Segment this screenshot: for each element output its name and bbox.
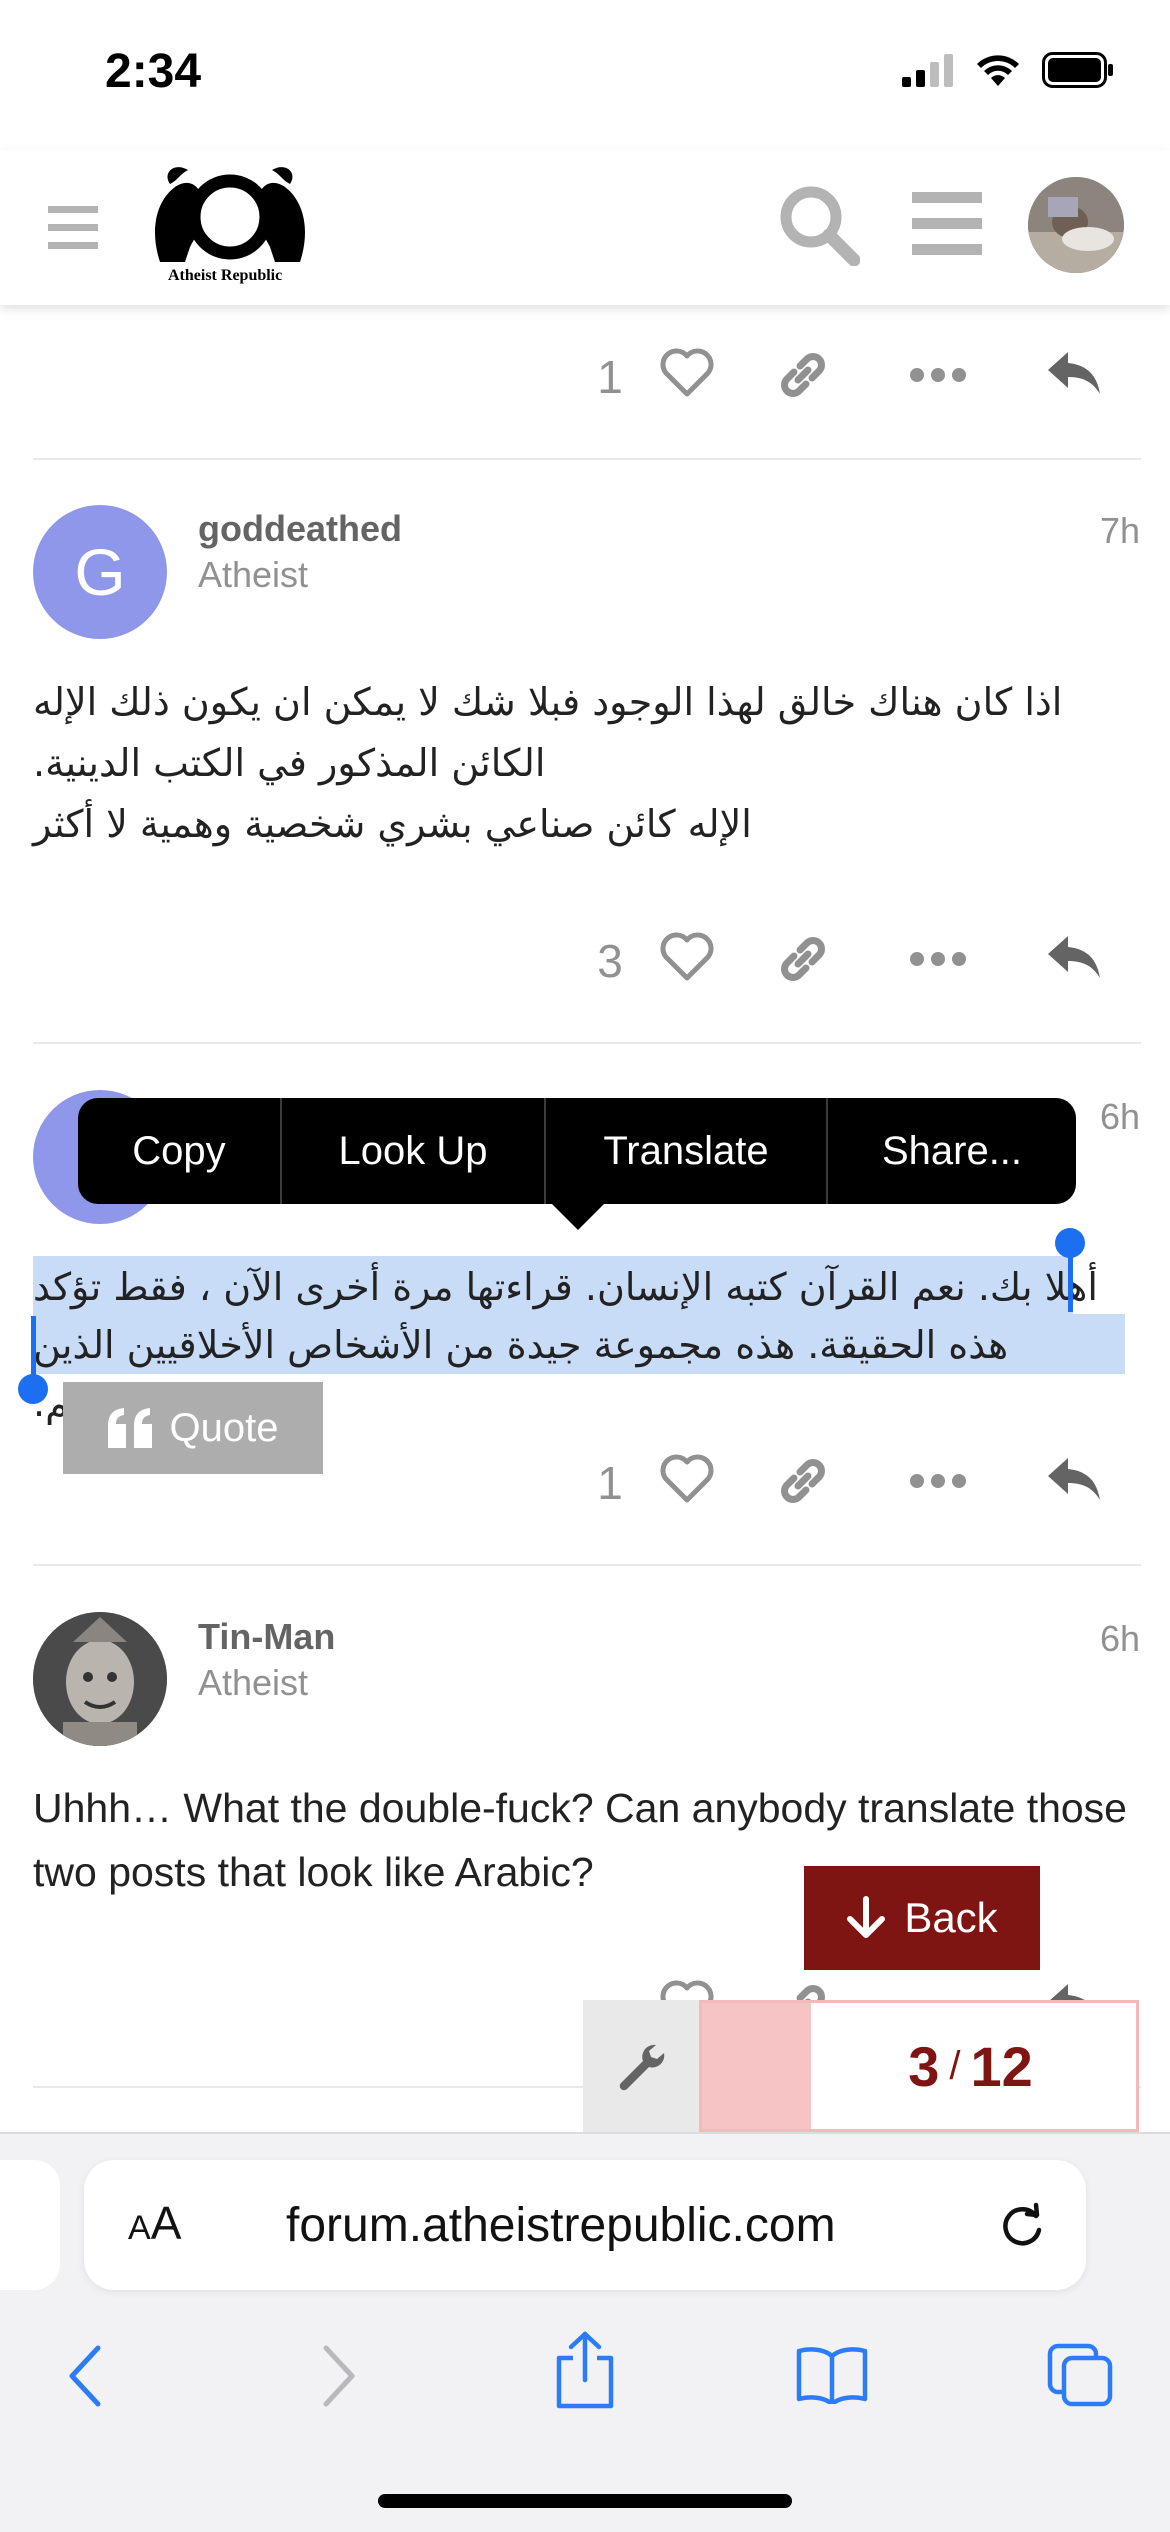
progress-separator: / [949,2043,961,2088]
translate-menu-item[interactable]: Translate [546,1098,828,1204]
post-username[interactable]: Tin-Man [198,1616,335,1658]
heart-icon[interactable] [660,1454,714,1509]
post-4-actions [0,1970,1170,2000]
avatar[interactable] [33,1612,167,1746]
wrench-icon [619,2044,665,2091]
like-count[interactable]: 3 [590,934,630,988]
callout-arrow [550,1202,606,1230]
quote-button[interactable]: Quote [63,1382,323,1474]
like-count[interactable]: 1 [590,350,630,404]
post-divider [33,1564,1141,1566]
user-avatar[interactable] [1028,177,1124,273]
post-user-title: Atheist [198,554,309,595]
quote-button-label: Quote [169,1405,279,1450]
post-time[interactable]: 6h [1100,1096,1140,1138]
status-bar: 2:34 [0,0,1170,150]
selection-handle-start[interactable] [18,1374,48,1404]
selection-handle-start-line[interactable] [31,1316,36,1376]
reply-icon[interactable] [1046,348,1102,403]
selection-handle-end-line[interactable] [1068,1250,1073,1312]
post-time[interactable]: 6h [1100,1618,1140,1660]
search-icon[interactable] [778,184,861,271]
arrow-down-icon [847,1896,886,1938]
post-body-line: أهلا بك. نعم القرآن كتبه الإنسان. قراءته… [33,1265,1098,1309]
link-icon[interactable] [776,348,830,407]
url-text[interactable]: forum.atheistrepublic.com [286,2198,836,2253]
bookmarks-icon[interactable] [796,2344,868,2409]
menu-icon[interactable] [912,192,982,261]
reply-icon[interactable] [1046,1980,1102,2000]
post-divider [33,1042,1141,1044]
wifi-icon [977,55,1019,86]
post-2-actions: 3 [0,920,1170,1000]
post-1-actions: 1 [0,336,1170,416]
link-icon[interactable] [776,1454,830,1513]
aa-small: A [128,2209,151,2247]
reply-icon[interactable] [1046,932,1102,987]
more-options-icon[interactable] [910,952,966,971]
site-logo[interactable]: Atheist Republic [140,162,320,292]
back-button-label: Back [904,1894,998,1941]
progress-fill [702,2003,811,2129]
more-options-icon[interactable] [910,368,966,387]
avatar-letter: G [74,535,126,609]
battery-icon [1042,52,1113,88]
share-icon[interactable] [553,2330,617,2415]
post-body-line: الكائن المذكور في الكتب الدينية. [33,741,546,785]
avatar[interactable]: G [33,505,167,639]
share-menu-item[interactable]: Share... [828,1098,1076,1204]
back-chevron-icon[interactable] [66,2344,106,2413]
status-time: 2:34 [105,45,202,98]
progress-text: 3 / 12 [805,2003,1136,2129]
tin-man-avatar-image [33,1612,167,1746]
hamburger-menu-icon[interactable] [48,206,98,255]
topic-progress: 3 / 12 [583,2000,1139,2132]
link-icon[interactable] [776,1980,830,2000]
heart-icon[interactable] [660,348,714,403]
quote-icon [107,1408,152,1448]
reload-icon[interactable] [998,2202,1046,2255]
lions-logo-icon [155,167,305,262]
back-button[interactable]: Back [804,1866,1040,1970]
heart-icon[interactable] [660,1980,714,2000]
tabs-icon[interactable] [1046,2342,1114,2413]
forum-header: Atheist Republic [0,150,1170,305]
previous-tab-peek[interactable] [0,2160,60,2290]
admin-wrench-button[interactable] [583,2000,699,2132]
reply-icon[interactable] [1046,1454,1102,1509]
copy-menu-item[interactable]: Copy [78,1098,282,1204]
address-bar[interactable]: AA forum.atheistrepublic.com [84,2160,1086,2290]
look-up-menu-item[interactable]: Look Up [282,1098,546,1204]
post-username[interactable]: goddeathed [198,508,402,550]
progress-indicator[interactable]: 3 / 12 [699,2000,1139,2132]
post-divider [33,458,1141,460]
forward-chevron-icon[interactable] [318,2344,358,2413]
link-icon[interactable] [776,932,830,991]
heart-icon[interactable] [660,932,714,987]
status-icons [902,52,1114,88]
post-body-line: الإله كائن صناعي بشري شخصية وهمية لا أكث… [33,802,752,846]
more-options-icon[interactable] [910,1474,966,1493]
home-indicator[interactable] [378,2494,792,2508]
browser-bottom-bar: AA forum.atheistrepublic.com [0,2132,1170,2532]
progress-current: 3 [908,2034,940,2098]
aa-large: A [150,2197,182,2249]
progress-total: 12 [970,2034,1033,2098]
browser-toolbar [0,2322,1170,2432]
text-selection-menu: Copy Look Up Translate Share... [78,1098,1076,1204]
like-count[interactable]: 1 [590,1456,630,1510]
post-body-line: اذا كان هناك خالق لهذا الوجود فبلا شك لا… [33,680,1063,724]
post-body: اذا كان هناك خالق لهذا الوجود فبلا شك لا… [33,672,1138,855]
post-time[interactable]: 7h [1100,510,1140,552]
post-user-title: Atheist [198,1662,309,1703]
reader-settings-button[interactable]: AA [128,2196,181,2250]
cellular-signal-icon [902,54,953,87]
logo-text: Atheist Republic [168,267,283,284]
